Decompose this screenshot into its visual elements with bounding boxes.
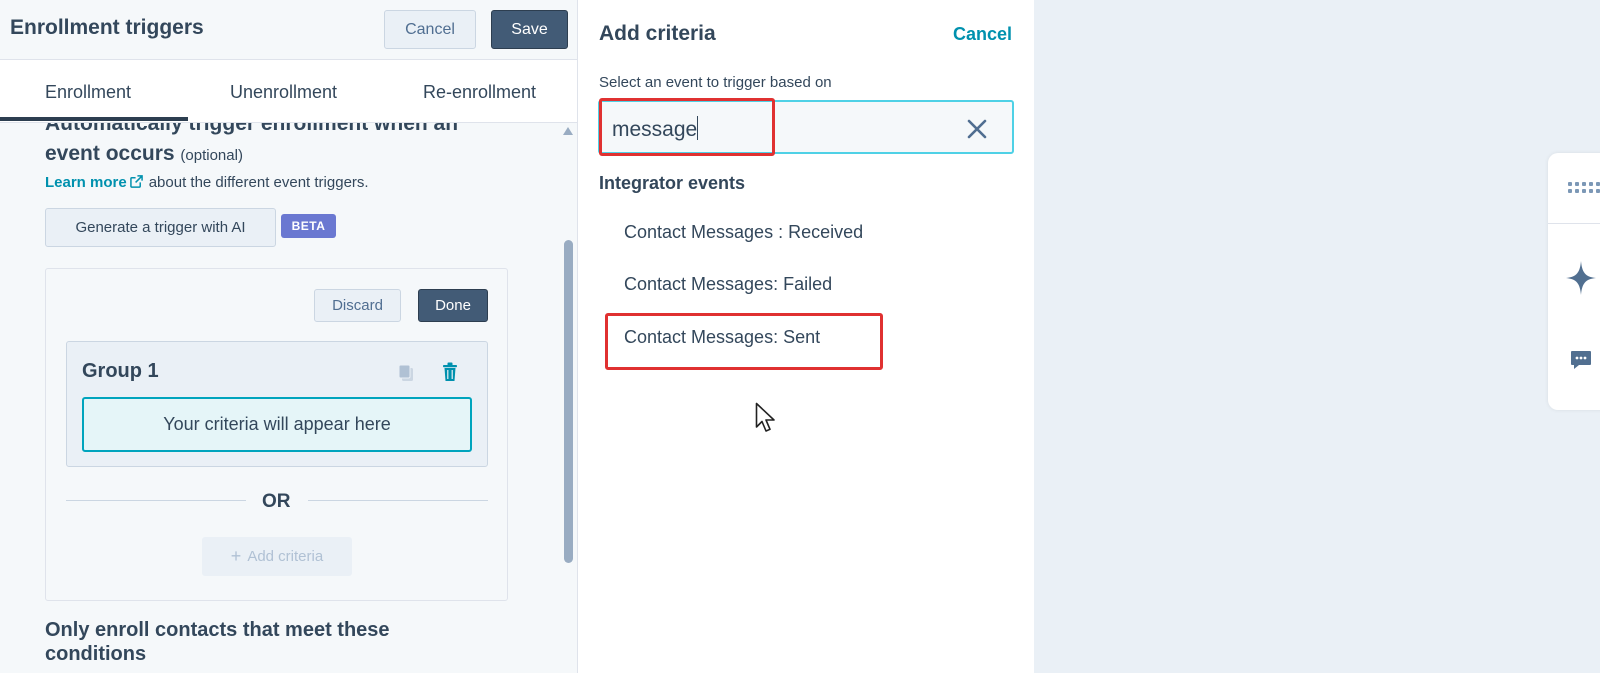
chat-icon[interactable] <box>1570 349 1592 371</box>
plus-icon: + <box>230 546 242 566</box>
event-option-failed[interactable]: Contact Messages: Failed <box>624 274 832 295</box>
only-enroll-heading: Only enroll contacts that meet these con… <box>45 619 390 665</box>
enrollment-triggers-panel: Enrollment triggers Cancel Save Enrollme… <box>0 0 578 673</box>
page-title: Enrollment triggers <box>10 16 204 39</box>
drawer-cancel-link[interactable]: Cancel <box>953 24 1012 45</box>
add-criteria-label: Add criteria <box>247 548 324 565</box>
highlight-box-sent <box>605 313 883 370</box>
event-search-input[interactable]: message <box>598 98 1014 156</box>
highlight-box-search <box>599 98 775 156</box>
external-link-icon <box>129 175 143 188</box>
section-heading: Automatically trigger enrollment when an… <box>45 123 505 171</box>
done-button[interactable]: Done <box>418 289 488 322</box>
copy-icon[interactable] <box>398 364 414 382</box>
trash-icon[interactable] <box>442 362 458 382</box>
drawer-title: Add criteria <box>599 22 716 45</box>
drawer-subtitle: Select an event to trigger based on <box>599 74 832 91</box>
add-criteria-drawer: Add criteria Cancel Select an event to t… <box>578 0 1034 673</box>
mouse-cursor-icon <box>755 402 775 432</box>
scrollbar-thumb[interactable] <box>564 240 573 563</box>
tab-unenrollment[interactable]: Unenrollment <box>230 82 337 103</box>
side-rail <box>1548 153 1600 410</box>
criteria-group: Group 1 Your criteria will appear here <box>66 341 488 467</box>
learn-more-suffix: about the different event triggers. <box>148 174 369 191</box>
add-criteria-button[interactable]: + Add criteria <box>202 537 352 576</box>
save-button[interactable]: Save <box>491 10 568 49</box>
panel-header: Enrollment triggers Cancel Save <box>0 0 577 60</box>
divider-line <box>66 500 246 501</box>
active-tab-indicator <box>0 117 188 121</box>
learn-more-link[interactable]: Learn more <box>45 174 127 191</box>
or-divider: OR <box>66 491 488 512</box>
close-icon[interactable] <box>966 118 988 140</box>
scroll-content: Automatically trigger enrollment when an… <box>0 123 560 673</box>
divider-line <box>308 500 488 501</box>
learn-more-row: Learn more about the different event trig… <box>45 174 369 191</box>
discard-button[interactable]: Discard <box>314 289 401 322</box>
beta-badge: BETA <box>281 214 336 238</box>
generate-trigger-ai-button[interactable]: Generate a trigger with AI <box>45 208 276 247</box>
group-title: Group 1 <box>82 360 159 382</box>
event-group-label: Integrator events <box>599 173 746 193</box>
scroll-up-arrow[interactable] <box>563 127 573 135</box>
criteria-placeholder: Your criteria will appear here <box>82 397 472 452</box>
cancel-button[interactable]: Cancel <box>384 10 476 49</box>
rail-divider <box>1548 223 1600 224</box>
tab-bar: Enrollment Unenrollment Re-enrollment <box>0 60 577 123</box>
tab-enrollment[interactable]: Enrollment <box>45 82 131 103</box>
section-heading-text: Automatically trigger enrollment when an… <box>45 123 459 165</box>
criteria-card: Discard Done Group 1 Your criteria will … <box>45 268 508 601</box>
or-label: OR <box>262 491 291 512</box>
grid-icon[interactable] <box>1568 181 1600 195</box>
tab-re-enrollment[interactable]: Re-enrollment <box>423 82 536 103</box>
optional-label: (optional) <box>180 147 243 164</box>
sparkle-icon[interactable] <box>1566 261 1596 295</box>
event-option-received[interactable]: Contact Messages : Received <box>624 222 863 243</box>
